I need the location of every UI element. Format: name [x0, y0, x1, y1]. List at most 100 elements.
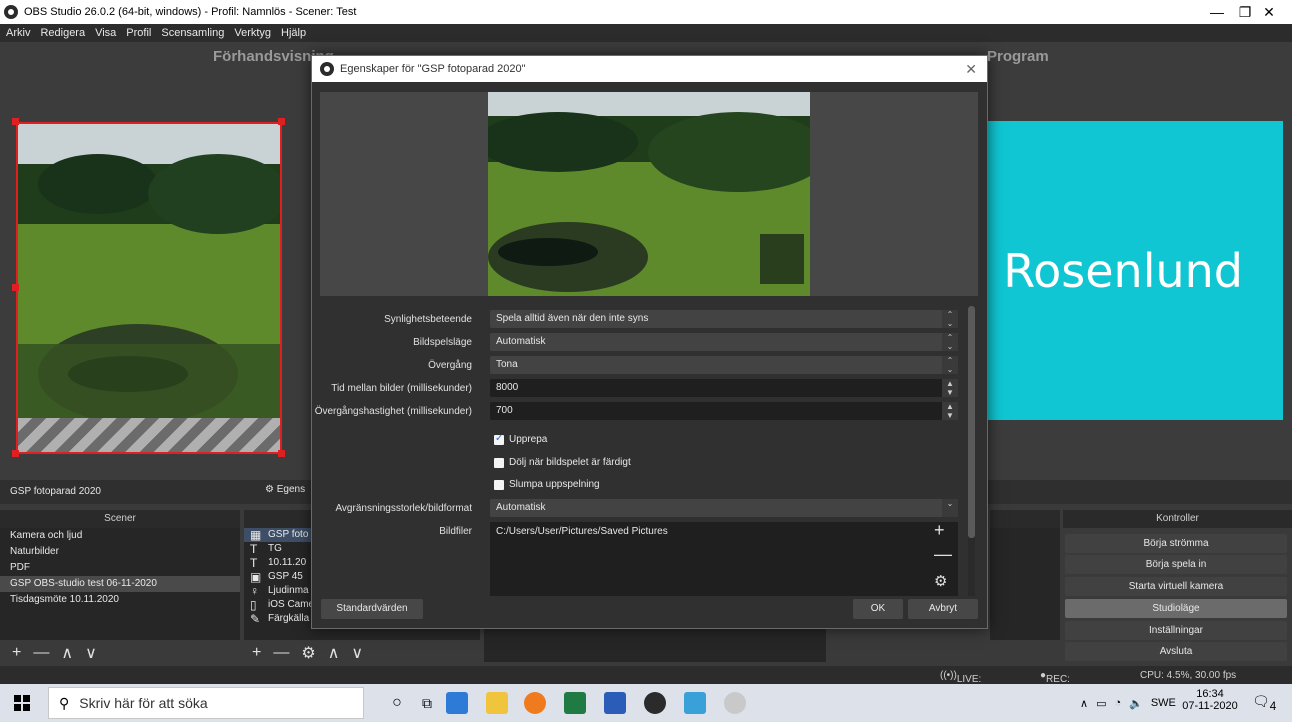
move-down-button[interactable]: ∨	[351, 643, 363, 663]
slideshow-mode-select[interactable]: Automatisk ⌃ ⌄	[490, 333, 958, 351]
spin-arrows-icon[interactable]: ▲ ▼	[942, 379, 958, 397]
scene-item[interactable]: Kamera och ljud	[0, 528, 240, 544]
word-icon[interactable]	[604, 692, 626, 714]
add-file-button[interactable]: +	[934, 520, 945, 541]
title-bar: OBS Studio 26.0.2 (64-bit, windows) - Pr…	[0, 0, 1292, 24]
notification-icon[interactable]: 🗨4	[1252, 693, 1276, 713]
firefox-icon[interactable]	[524, 692, 546, 714]
scenes-title: Scener	[104, 513, 136, 524]
scenes-list: Kamera och ljud Naturbilder PDF GSP OBS-…	[0, 528, 240, 640]
photos-icon[interactable]	[684, 692, 706, 714]
start-virtual-camera-button[interactable]: Starta virtuell kamera	[1065, 577, 1287, 596]
taskbar-search[interactable]: ⚲ Skriv här för att söka	[48, 687, 364, 719]
program-output: Rosenlund	[987, 121, 1283, 420]
source-label: 10.11.20	[268, 557, 307, 568]
scene-item[interactable]: Naturbilder	[0, 544, 240, 560]
task-view-icon[interactable]: ⧉	[416, 692, 438, 714]
resize-handle[interactable]	[278, 450, 285, 457]
time-between-value: 8000	[496, 382, 519, 393]
windows-start-icon[interactable]	[14, 695, 30, 711]
scrollbar-thumb[interactable]	[968, 306, 975, 538]
dialog-scrollbar[interactable]	[968, 306, 975, 596]
controls-dock-header: Kontroller	[1063, 510, 1292, 528]
transition-select[interactable]: Tona ⌃ ⌄	[490, 356, 958, 374]
remove-scene-button[interactable]: —	[33, 644, 49, 662]
file-item[interactable]: C:/Users/User/Pictures/Saved Pictures	[496, 526, 952, 537]
add-scene-button[interactable]: +	[12, 644, 21, 662]
start-recording-button[interactable]: Börja spela in	[1065, 555, 1287, 574]
properties-button[interactable]: ⚙ Egens	[265, 484, 305, 495]
loop-label: Upprepa	[509, 434, 548, 445]
file-settings-gear-icon[interactable]: ⚙	[934, 572, 947, 590]
studio-mode-button[interactable]: Studioläge	[1065, 599, 1287, 618]
transitions-dock	[990, 528, 1060, 640]
shuffle-checkbox[interactable]: Slumpa uppspelning	[494, 479, 600, 490]
paint-icon[interactable]	[724, 692, 746, 714]
close-button[interactable]: ✕	[1246, 0, 1292, 24]
select-arrows-icon: ⌃ ⌄	[942, 310, 958, 328]
search-placeholder: Skriv här för att söka	[79, 695, 208, 711]
scene-item-selected[interactable]: GSP OBS-studio test 06-11-2020	[0, 576, 240, 592]
move-up-button[interactable]: ∧	[328, 643, 340, 663]
menu-redigera[interactable]: Redigera	[40, 27, 85, 39]
menu-arkiv[interactable]: Arkiv	[6, 27, 30, 39]
menu-visa[interactable]: Visa	[95, 27, 116, 39]
resize-handle[interactable]	[12, 118, 19, 125]
notification-count: 4	[1269, 699, 1277, 713]
file-explorer-icon[interactable]	[486, 692, 508, 714]
exit-button[interactable]: Avsluta	[1065, 642, 1287, 661]
menu-profil[interactable]: Profil	[126, 27, 151, 39]
cortana-icon[interactable]: ○	[386, 692, 408, 714]
defaults-button[interactable]: Standardvärden	[321, 599, 423, 619]
hide-when-done-checkbox[interactable]: Dölj när bildspelet är färdigt	[494, 457, 631, 468]
transition-label: Övergång	[428, 360, 472, 371]
obs-logo-icon	[320, 62, 334, 76]
obs-taskbar-icon[interactable]	[644, 692, 666, 714]
menu-hjalp[interactable]: Hjälp	[281, 27, 306, 39]
move-up-button[interactable]: ∧	[61, 643, 73, 663]
move-down-button[interactable]: ∨	[85, 643, 97, 663]
volume-icon[interactable]: 🔈	[1129, 697, 1143, 710]
menu-scensamling[interactable]: Scensamling	[161, 27, 224, 39]
text-icon: T	[250, 556, 258, 570]
source-settings-button[interactable]: ⚙	[301, 643, 315, 663]
transition-speed-label: Övergångshastighet (millisekunder)	[314, 406, 472, 417]
dialog-close-button[interactable]: ✕	[965, 61, 977, 78]
transition-speed-input[interactable]: 700 ▲ ▼	[490, 402, 958, 420]
source-label: GSP 45	[268, 571, 303, 582]
windows-taskbar: ⚲ Skriv här för att söka ○ ⧉ ∧ ▭ ◔ 🔈 SWE…	[0, 684, 1292, 722]
settings-button[interactable]: Inställningar	[1065, 621, 1287, 640]
ok-button[interactable]: OK	[853, 599, 903, 619]
remove-source-button[interactable]: —	[273, 644, 289, 662]
start-streaming-button[interactable]: Börja strömma	[1065, 534, 1287, 553]
battery-icon[interactable]: ▭	[1096, 697, 1106, 710]
wifi-icon[interactable]: ◔	[1114, 697, 1121, 709]
slideshow-icon: ▦	[250, 528, 262, 542]
time-between-label: Tid mellan bilder (millisekunder)	[331, 383, 472, 394]
spin-arrows-icon[interactable]: ▲ ▼	[942, 402, 958, 420]
resize-handle[interactable]	[12, 284, 19, 291]
visibility-select[interactable]: Spela alltid även när den inte syns ⌃ ⌄	[490, 310, 958, 328]
clock[interactable]: 16:34 07-11-2020	[1180, 688, 1240, 712]
loop-checkbox[interactable]: Upprepa	[494, 433, 548, 445]
properties-dialog: Egenskaper för "GSP fotoparad 2020" ✕ Sy…	[311, 55, 988, 629]
source-label: TG	[268, 543, 282, 554]
scene-item[interactable]: PDF	[0, 560, 240, 576]
chevron-up-icon[interactable]: ∧	[1080, 697, 1088, 710]
cancel-button[interactable]: Avbryt	[908, 599, 978, 619]
image-files-list[interactable]: C:/Users/User/Pictures/Saved Pictures	[490, 522, 958, 596]
resize-handle[interactable]	[12, 450, 19, 457]
checkbox-icon	[494, 479, 504, 490]
store-icon[interactable]	[446, 692, 468, 714]
time-between-input[interactable]: 8000 ▲ ▼	[490, 379, 958, 397]
menu-verktyg[interactable]: Verktyg	[234, 27, 271, 39]
language-indicator[interactable]: SWE	[1151, 697, 1176, 709]
excel-icon[interactable]	[564, 692, 586, 714]
resize-handle[interactable]	[278, 118, 285, 125]
add-source-button[interactable]: +	[252, 644, 261, 662]
remove-file-button[interactable]: —	[934, 544, 952, 565]
scene-item[interactable]: Tisdagsmöte 10.11.2020	[0, 592, 240, 608]
preview-canvas[interactable]	[16, 122, 282, 454]
bounds-select[interactable]: Automatisk ⌄	[490, 499, 958, 517]
image-icon: ▣	[250, 570, 262, 584]
